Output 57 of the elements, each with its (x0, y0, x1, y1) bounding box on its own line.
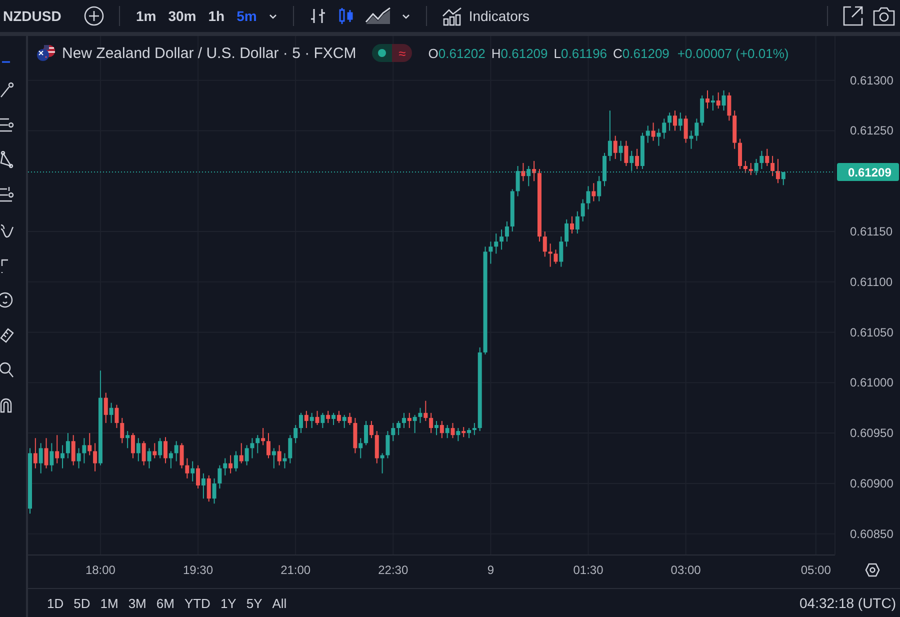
ohlc-value: C0.61209 (613, 46, 670, 60)
range-button[interactable]: All (267, 594, 292, 612)
price-tick: 0.60850 (850, 526, 894, 541)
add-symbol-icon[interactable] (83, 5, 105, 27)
price-tick: 0.61100 (850, 274, 892, 289)
interval-button[interactable]: 30m (162, 6, 202, 26)
interval-button[interactable]: 1m (130, 6, 162, 26)
last-price-badge: 0.61209 (837, 163, 899, 182)
smiley-icon[interactable] (0, 291, 14, 309)
settings-icon[interactable] (865, 563, 880, 577)
indicators-icon (440, 6, 463, 26)
range-button[interactable]: YTD (179, 594, 216, 612)
camera-icon[interactable] (872, 5, 896, 27)
ref-line-label: 0.61209 (848, 166, 892, 180)
time-tick: 03:00 (670, 563, 701, 577)
time-tick: 18:00 (85, 563, 116, 577)
interval-button[interactable]: 5m (230, 6, 263, 26)
sliders-icon[interactable] (0, 186, 14, 204)
symbol-label[interactable]: NZDUSD (3, 8, 79, 24)
clock-label[interactable]: 04:32:18 (UTC) (800, 595, 896, 611)
range-button[interactable]: 1Y (215, 594, 242, 612)
flag-icon (36, 44, 56, 62)
magnet-icon[interactable] (0, 396, 14, 414)
ohlc-value: L0.61196 (554, 46, 608, 60)
price-tick: 0.60900 (850, 476, 894, 490)
range-button[interactable]: 1D (42, 594, 69, 612)
time-tick: 21:00 (280, 563, 311, 577)
zoom-icon[interactable] (0, 361, 14, 379)
crosshair-icon[interactable] (0, 60, 10, 64)
lines-icon[interactable] (0, 116, 14, 134)
time-tick: 22:30 (378, 563, 408, 577)
price-tick: 0.61250 (850, 124, 894, 138)
price-tick: 0.61050 (850, 325, 894, 340)
time-tick: 9 (487, 563, 494, 577)
indicators-button[interactable]: Indicators (436, 6, 534, 26)
price-tick: 0.60950 (850, 426, 894, 440)
interval-button[interactable]: 1h (202, 6, 231, 26)
time-tick: 01:30 (573, 563, 604, 577)
price-change: +0.00007 (+0.01%) (677, 46, 789, 60)
price-tick: 0.61000 (850, 376, 894, 390)
range-button[interactable]: 6M (151, 594, 180, 612)
ohlc-value: H0.61209 (491, 46, 548, 60)
trend-line-icon[interactable] (0, 81, 14, 99)
symbol-title[interactable]: New Zealand Dollar / U.S. Dollar · 5 · FXCM (62, 44, 356, 62)
price-tick: 0.61300 (850, 73, 894, 88)
share-icon[interactable] (842, 5, 864, 27)
nodes-icon[interactable] (0, 151, 14, 169)
range-button[interactable]: 1M (95, 594, 124, 612)
time-tick: 05:00 (800, 563, 831, 577)
range-button[interactable]: 5Y (241, 594, 268, 612)
price-tick: 0.61150 (850, 224, 892, 238)
ohlc-value: O0.61202 (428, 46, 486, 60)
ruler-icon[interactable] (0, 326, 14, 344)
time-tick: 19:30 (183, 563, 214, 577)
range-button[interactable]: 3M (123, 594, 152, 612)
range-button[interactable]: 5D (68, 594, 96, 612)
area-chart-icon[interactable] (364, 6, 392, 26)
